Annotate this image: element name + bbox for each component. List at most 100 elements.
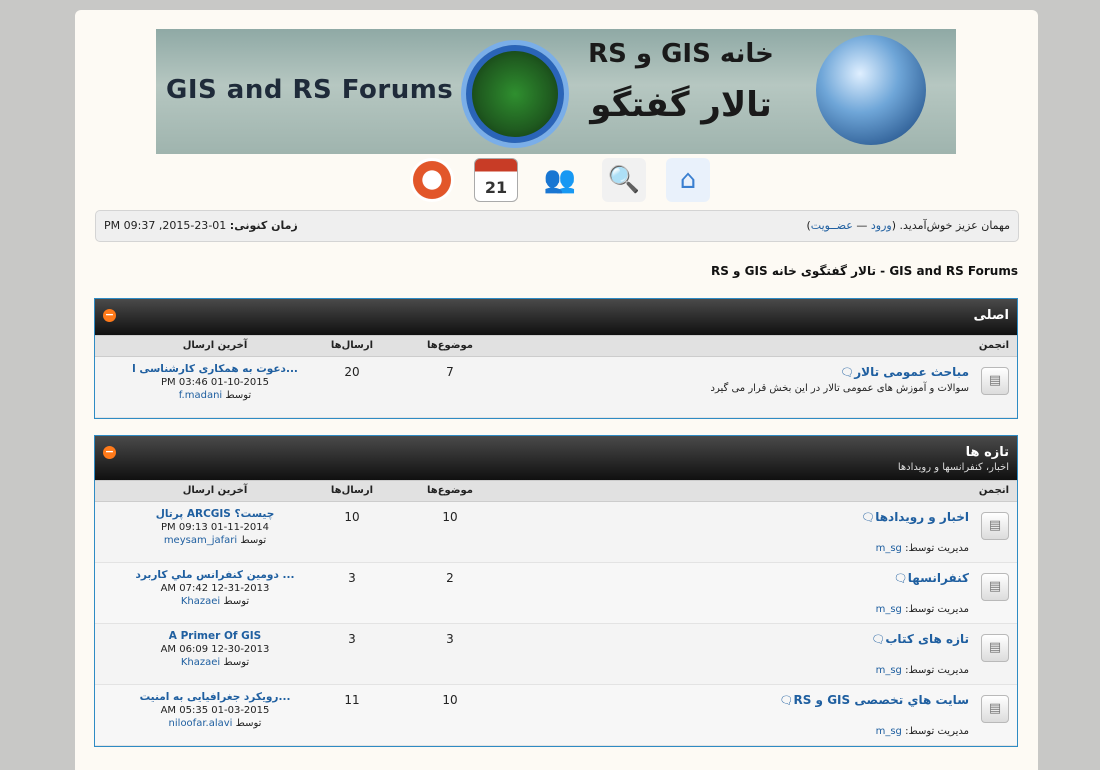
last-post-by-label: توسط: [235, 718, 262, 729]
calendar-icon[interactable]: 21: [474, 158, 518, 202]
category-header: اصلی −: [95, 299, 1017, 335]
rss-bubble-icon[interactable]: 🗨: [780, 694, 794, 707]
last-post: دومین کنفرانس ملي کاربرد ... 12-31-2013 …: [105, 569, 325, 607]
forum-row: ▤ سایت هاي تخصصی GIS و RS🗨 مدیریت توسط: …: [95, 685, 1017, 746]
current-time: زمان کنونی: 01-23-2015, 09:37 PM: [104, 219, 298, 232]
category-header: تازه ها اخبار، کنفرانسها و رویدادها −: [95, 436, 1017, 480]
forum-row: ▤ مباحث عمومی تالار🗨 سوالات و آموزش های …: [95, 357, 1017, 418]
last-post-date: 01-03-2015 05:35 AM: [160, 705, 270, 716]
forum-posts-count: 20: [344, 365, 360, 379]
last-post-author[interactable]: niloofar.alavi: [169, 718, 233, 729]
category-table-news: تازه ها اخبار، کنفرانسها و رویدادها − ان…: [94, 435, 1018, 747]
moderator-label: مدیریت توسط:: [905, 665, 969, 676]
top-links: 21 👥 🔍 ⌂: [410, 158, 710, 208]
home-icon[interactable]: ⌂: [666, 158, 710, 202]
rss-bubble-icon[interactable]: 🗨: [840, 366, 854, 379]
current-time-label: زمان کنونی:: [229, 219, 298, 232]
last-post-author[interactable]: f.madani: [179, 390, 222, 401]
last-post-by: توسط Khazaei: [105, 596, 325, 607]
category-title[interactable]: تازه ها: [966, 445, 1009, 460]
last-post-date: 12-31-2013 07:42 AM: [160, 583, 270, 594]
forum-name-text[interactable]: مباحث عمومی تالار: [854, 365, 969, 379]
rss-bubble-icon[interactable]: 🗨: [861, 511, 875, 524]
collapse-icon[interactable]: −: [103, 309, 116, 322]
register-link[interactable]: عضــویت: [811, 219, 853, 232]
column-headers: انجمن موضوع‌ها ارسال‌ها آخرین ارسال: [95, 335, 1017, 357]
forum-name[interactable]: اخبار و رویدادها🗨: [861, 510, 969, 524]
last-post-title[interactable]: دعوت به همکاری کارشناسی ا...: [105, 363, 325, 375]
last-post-title[interactable]: A Primer Of GIS: [105, 630, 325, 642]
moderator-link[interactable]: m_sg: [876, 665, 902, 676]
moderator-link[interactable]: m_sg: [876, 726, 902, 737]
forum-posts-count: 3: [348, 632, 356, 646]
moderator-label: مدیریت توسط:: [905, 543, 969, 554]
column-posts: ارسال‌ها: [330, 485, 374, 496]
last-post-by: توسط f.madani: [105, 390, 325, 401]
category-table-main: اصلی − انجمن موضوع‌ها ارسال‌ها آخرین ارس…: [94, 298, 1018, 419]
forum-name[interactable]: مباحث عمومی تالار🗨: [840, 365, 969, 379]
forum-posts-count: 3: [348, 571, 356, 585]
forum-name[interactable]: سایت هاي تخصصی GIS و RS🗨: [780, 693, 969, 707]
column-forum: انجمن: [978, 340, 1009, 351]
forum-row: ▤ اخبار و رویدادها🗨 مدیریت توسط: m_sg 10…: [95, 502, 1017, 563]
last-post: دعوت به همکاری کارشناسی ا... 01-10-2015 …: [105, 363, 325, 401]
forum-name-text[interactable]: اخبار و رویدادها: [875, 510, 969, 524]
last-post-title[interactable]: رویکرد جغرافیایی به امنیت...: [105, 691, 325, 703]
forum-status-icon: ▤: [981, 512, 1009, 540]
forum-topics-count: 7: [446, 365, 454, 379]
collapse-icon[interactable]: −: [103, 446, 116, 459]
column-topics: موضوع‌ها: [427, 485, 473, 496]
last-post-date: 01-10-2015 03:46 PM: [161, 377, 269, 388]
last-post-date: 01-11-2014 09:13 PM: [161, 522, 269, 533]
forum-topics-count: 10: [442, 693, 458, 707]
forum-topics-count: 3: [446, 632, 454, 646]
forum-name[interactable]: تازه های کتاب🗨: [871, 632, 969, 646]
banner-english-title: GIS and RS Forums: [166, 75, 454, 105]
search-icon[interactable]: 🔍: [602, 158, 646, 202]
banner-persian-title: خانه GIS و RS: [588, 39, 774, 69]
column-last-post: آخرین ارسال: [182, 485, 248, 496]
forum-name-text[interactable]: سایت هاي تخصصی GIS و RS: [793, 693, 969, 707]
forum-description: سوالات و آموزش های عمومی تالار در این بخ…: [710, 383, 969, 394]
help-lifebuoy-icon[interactable]: [410, 158, 454, 202]
category-title[interactable]: اصلی: [974, 308, 1009, 323]
moderator-link[interactable]: m_sg: [876, 543, 902, 554]
link-separator: —: [856, 219, 868, 232]
header-banner[interactable]: GIS and RS Forums خانه GIS و RS تالار گف…: [156, 29, 956, 154]
column-topics: موضوع‌ها: [427, 340, 473, 351]
welcome-text: مهمان عزیز خوش‌آمدید. (ورود — عضــویت): [806, 219, 1010, 232]
moderator-label: مدیریت توسط:: [905, 604, 969, 615]
last-post-title[interactable]: پرتال ARCGIS چیست؟: [105, 508, 325, 520]
last-post-author[interactable]: Khazaei: [181, 657, 220, 668]
last-post-by-label: توسط: [225, 390, 252, 401]
moderator-label: مدیریت توسط:: [905, 726, 969, 737]
rss-bubble-icon[interactable]: 🗨: [894, 572, 908, 585]
column-last-post: آخرین ارسال: [182, 340, 248, 351]
current-time-value: 01-23-2015, 09:37 PM: [104, 219, 227, 232]
welcome-message: مهمان عزیز خوش‌آمدید.: [899, 219, 1010, 232]
welcome-panel: مهمان عزیز خوش‌آمدید. (ورود — عضــویت) ز…: [95, 210, 1019, 242]
column-posts: ارسال‌ها: [330, 340, 374, 351]
last-post-author[interactable]: meysam_jafari: [164, 535, 237, 546]
forum-row: ▤ کنفرانسها🗨 مدیریت توسط: m_sg 2 3 دومین…: [95, 563, 1017, 624]
login-link[interactable]: ورود: [871, 219, 892, 232]
forum-name[interactable]: کنفرانسها🗨: [894, 571, 969, 585]
last-post-author[interactable]: Khazaei: [181, 596, 220, 607]
forum-name-text[interactable]: کنفرانسها: [908, 571, 969, 585]
calendar-day: 21: [484, 178, 508, 197]
banner-persian-subtitle: تالار گفتگو: [590, 85, 772, 125]
forum-posts-count: 10: [344, 510, 360, 524]
last-post-title[interactable]: دومین کنفرانس ملي کاربرد ...: [105, 569, 325, 581]
members-icon[interactable]: 👥: [538, 158, 582, 202]
forum-moderator: مدیریت توسط: m_sg: [876, 604, 969, 615]
forum-moderator: مدیریت توسط: m_sg: [876, 665, 969, 676]
forum-posts-count: 11: [344, 693, 360, 707]
page-container: GIS and RS Forums خانه GIS و RS تالار گف…: [75, 10, 1038, 770]
rss-bubble-icon[interactable]: 🗨: [871, 633, 885, 646]
breadcrumb[interactable]: GIS and RS Forums - تالار گفتگوی خانه GI…: [711, 264, 1018, 278]
last-post-by: توسط meysam_jafari: [105, 535, 325, 546]
forum-topics-count: 2: [446, 571, 454, 585]
category-subtitle: اخبار، کنفرانسها و رویدادها: [897, 462, 1009, 473]
forum-name-text[interactable]: تازه های کتاب: [885, 632, 969, 646]
moderator-link[interactable]: m_sg: [876, 604, 902, 615]
